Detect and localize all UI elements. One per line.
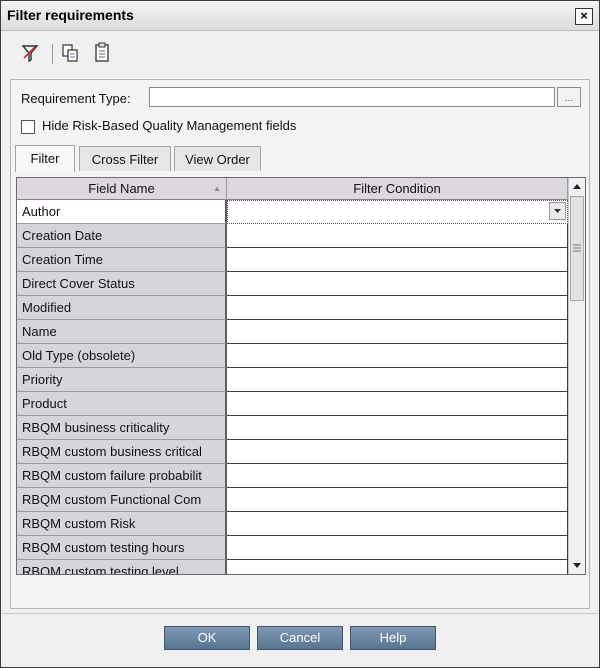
field-name-cell: Old Type (obsolete) xyxy=(17,344,227,368)
filter-panel: Requirement Type: ... Hide Risk-Based Qu… xyxy=(10,79,590,609)
filter-condition-cell[interactable] xyxy=(227,368,568,392)
grid-scrollbar[interactable] xyxy=(568,178,585,574)
column-header-filter-condition[interactable]: Filter Condition xyxy=(227,178,568,200)
field-name-cell: RBQM business criticality xyxy=(17,416,227,440)
table-row[interactable]: RBQM custom testing hours xyxy=(17,536,568,560)
table-row[interactable]: Creation Date xyxy=(17,224,568,248)
table-row[interactable]: Name xyxy=(17,320,568,344)
requirement-type-label: Requirement Type: xyxy=(21,91,131,106)
filter-condition-cell[interactable] xyxy=(227,344,568,368)
filter-condition-cell[interactable] xyxy=(227,536,568,560)
cancel-button[interactable]: Cancel xyxy=(257,626,343,650)
dialog-title: Filter requirements xyxy=(7,7,134,23)
field-name-cell: Modified xyxy=(17,296,227,320)
filter-condition-cell[interactable] xyxy=(227,320,568,344)
toolbar xyxy=(10,40,590,70)
filter-condition-cell[interactable] xyxy=(227,200,568,224)
field-name-cell: Name xyxy=(17,320,227,344)
field-name-cell: Author xyxy=(17,200,227,224)
hide-rbqm-checkbox[interactable] xyxy=(21,120,35,134)
field-name-cell: Creation Time xyxy=(17,248,227,272)
field-name-cell: RBQM custom testing hours xyxy=(17,536,227,560)
table-row[interactable]: RBQM custom Functional Com xyxy=(17,488,568,512)
filter-grid: Field Name ▲ Filter Condition Author Crea… xyxy=(16,177,586,575)
requirement-type-field[interactable] xyxy=(149,87,555,107)
title-bar: Filter requirements × xyxy=(1,1,599,31)
copy-icon[interactable] xyxy=(58,40,82,66)
filter-condition-cell[interactable] xyxy=(227,416,568,440)
column-header-field-name[interactable]: Field Name ▲ xyxy=(17,178,227,200)
close-button[interactable]: × xyxy=(575,8,593,25)
hide-rbqm-label: Hide Risk-Based Quality Management field… xyxy=(42,118,297,133)
filter-condition-cell[interactable] xyxy=(227,392,568,416)
paste-icon[interactable] xyxy=(90,40,114,66)
field-name-cell: Direct Cover Status xyxy=(17,272,227,296)
requirement-type-browse-button[interactable]: ... xyxy=(557,87,581,107)
filter-condition-cell[interactable] xyxy=(227,560,568,574)
field-name-cell: RBQM custom failure probabilit xyxy=(17,464,227,488)
table-row[interactable]: RBQM custom business critical xyxy=(17,440,568,464)
table-row[interactable]: RBQM custom testing level xyxy=(17,560,568,574)
toolbar-separator xyxy=(52,44,53,64)
table-row[interactable]: RBQM custom failure probabilit xyxy=(17,464,568,488)
field-name-cell: Priority xyxy=(17,368,227,392)
filter-requirements-dialog: Filter requirements × Requirement Type: … xyxy=(0,0,600,668)
scroll-thumb[interactable] xyxy=(570,196,584,301)
tab-filter[interactable]: Filter xyxy=(15,145,75,172)
field-name-cell: RBQM custom testing level xyxy=(17,560,227,574)
field-name-cell: Product xyxy=(17,392,227,416)
filter-condition-cell[interactable] xyxy=(227,296,568,320)
scroll-down-button[interactable] xyxy=(569,557,585,574)
filter-condition-cell[interactable] xyxy=(227,224,568,248)
table-row[interactable]: Priority xyxy=(17,368,568,392)
filter-condition-cell[interactable] xyxy=(227,464,568,488)
filter-grid-body: Field Name ▲ Filter Condition Author Crea… xyxy=(17,178,568,574)
field-name-cell: RBQM custom Functional Com xyxy=(17,488,227,512)
table-row[interactable]: Direct Cover Status xyxy=(17,272,568,296)
filter-condition-cell[interactable] xyxy=(227,440,568,464)
tab-cross-filter[interactable]: Cross Filter xyxy=(79,146,171,171)
table-row[interactable]: Author xyxy=(17,200,568,224)
table-row[interactable]: RBQM custom Risk xyxy=(17,512,568,536)
filter-condition-cell[interactable] xyxy=(227,248,568,272)
footer-divider xyxy=(2,613,598,614)
filter-clear-icon[interactable] xyxy=(18,40,42,66)
field-name-cell: Creation Date xyxy=(17,224,227,248)
tab-view-order[interactable]: View Order xyxy=(174,146,261,171)
table-row[interactable]: Old Type (obsolete) xyxy=(17,344,568,368)
chevron-down-icon[interactable] xyxy=(549,202,566,220)
field-name-cell: RBQM custom business critical xyxy=(17,440,227,464)
table-row[interactable]: Modified xyxy=(17,296,568,320)
ok-button[interactable]: OK xyxy=(164,626,250,650)
help-button[interactable]: Help xyxy=(350,626,436,650)
table-row[interactable]: Creation Time xyxy=(17,248,568,272)
sort-ascending-icon: ▲ xyxy=(213,184,221,193)
scroll-up-button[interactable] xyxy=(569,178,585,195)
filter-condition-cell[interactable] xyxy=(227,272,568,296)
filter-condition-cell[interactable] xyxy=(227,512,568,536)
table-row[interactable]: Product xyxy=(17,392,568,416)
field-name-header-label: Field Name xyxy=(88,181,155,196)
filter-condition-cell[interactable] xyxy=(227,488,568,512)
table-row[interactable]: RBQM business criticality xyxy=(17,416,568,440)
field-name-cell: RBQM custom Risk xyxy=(17,512,227,536)
